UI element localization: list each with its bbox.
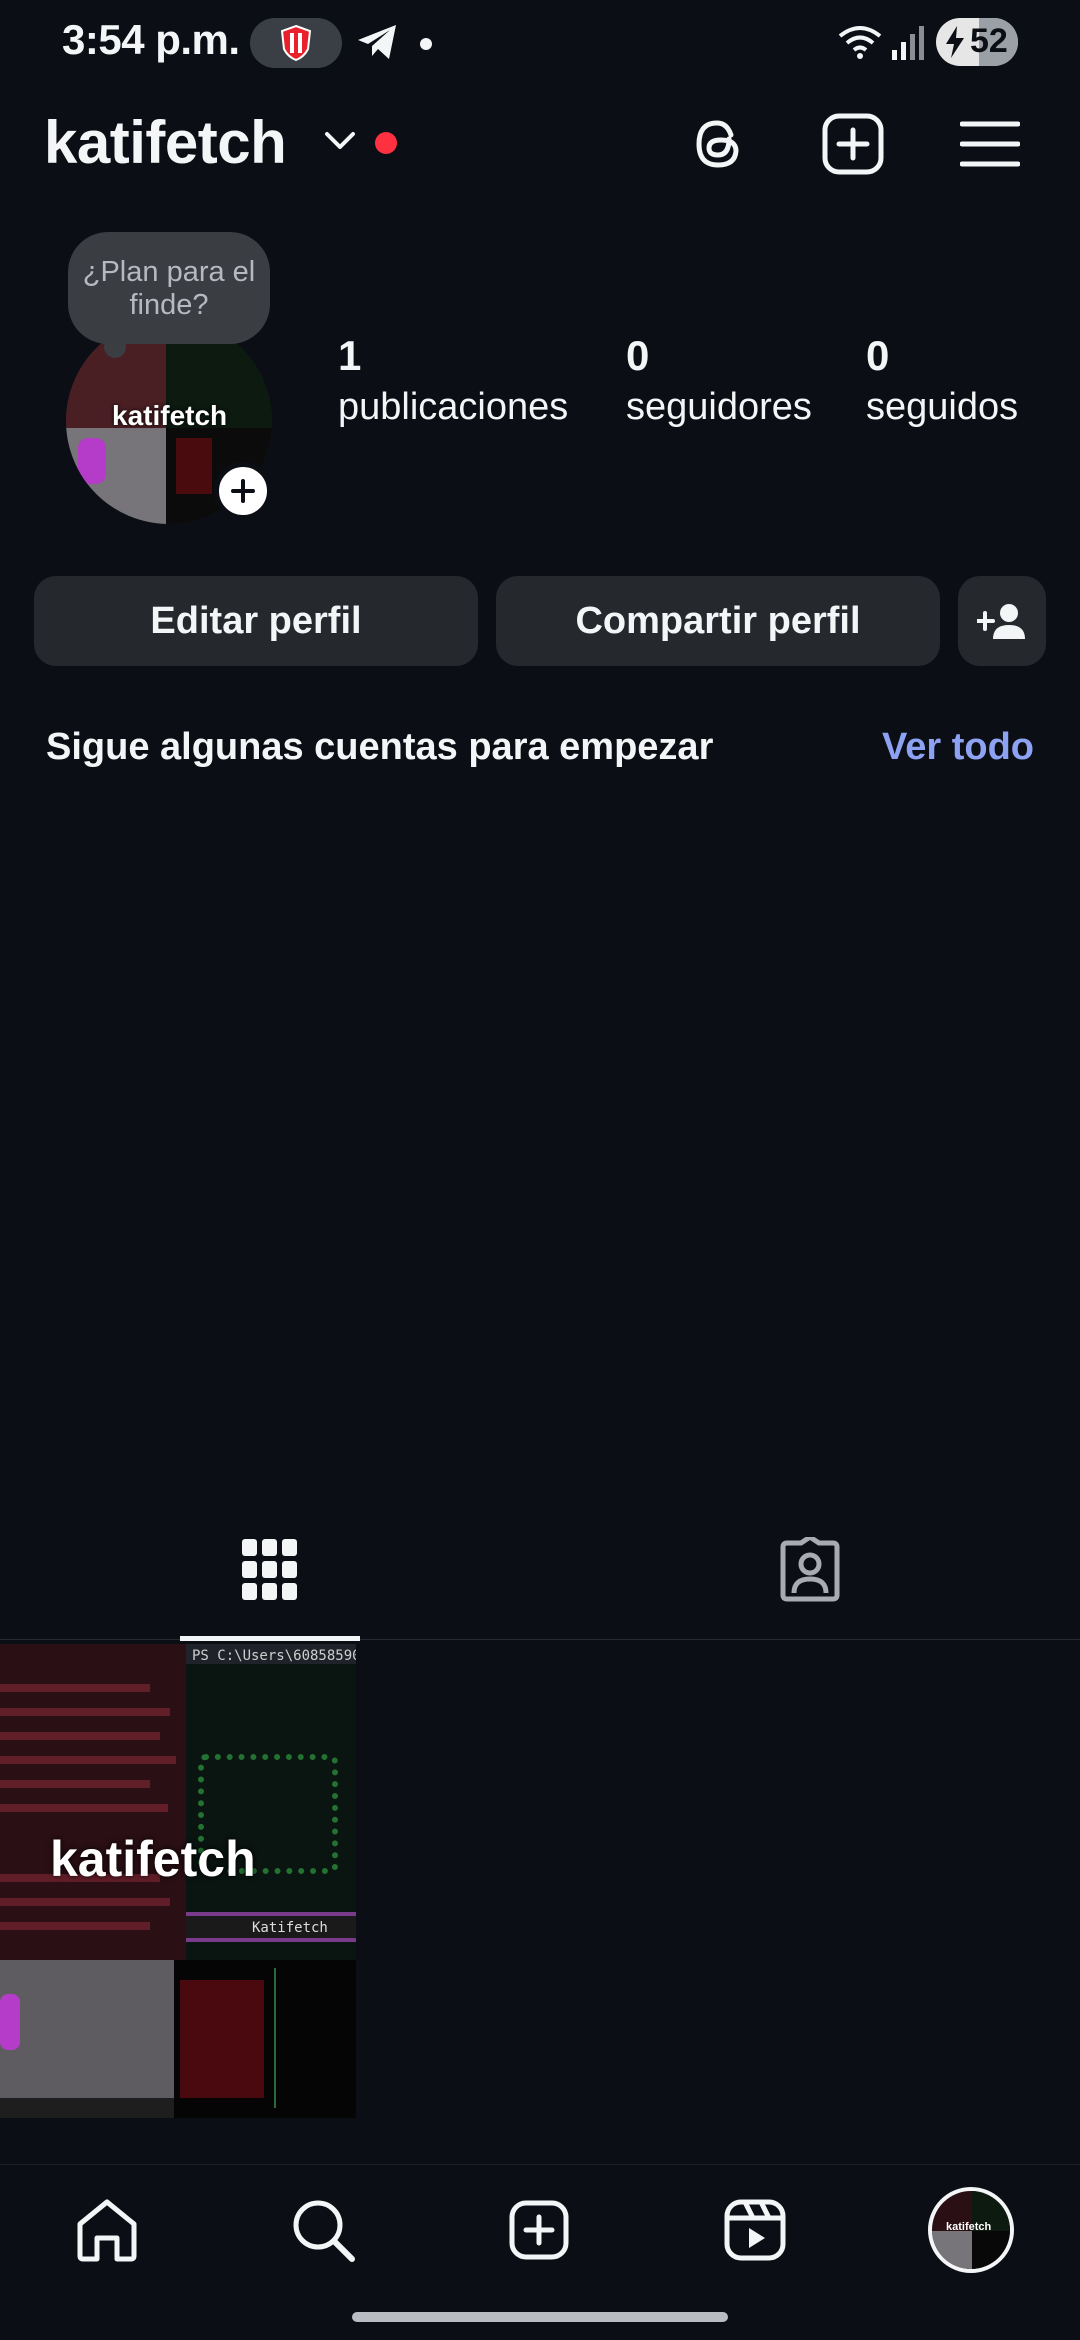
tab-posts-grid[interactable] bbox=[0, 1500, 540, 1640]
share-profile-button[interactable]: Compartir perfil bbox=[496, 576, 940, 666]
menu-button[interactable] bbox=[952, 106, 1028, 182]
note-bubble[interactable]: ¿Plan para el finde? bbox=[68, 232, 270, 358]
avatar-overlay-text: katifetch bbox=[112, 400, 228, 431]
plus-icon bbox=[231, 479, 255, 503]
status-time: 3:54 p.m. bbox=[62, 16, 240, 63]
search-icon bbox=[293, 2200, 355, 2262]
home-icon bbox=[77, 2199, 137, 2262]
nav-profile[interactable]: katifetch bbox=[926, 2185, 1016, 2275]
reels-icon bbox=[724, 2199, 786, 2261]
account-switcher[interactable]: katifetch bbox=[44, 108, 287, 177]
battery-charging-icon bbox=[946, 26, 964, 58]
home-gesture-bar[interactable] bbox=[352, 2312, 728, 2322]
profile-header: katifetch bbox=[0, 96, 1080, 192]
nav-reels[interactable] bbox=[710, 2185, 800, 2275]
stat-followers-label: seguidores bbox=[626, 386, 812, 428]
add-person-icon bbox=[977, 604, 1025, 639]
stat-posts-label: publicaciones bbox=[338, 386, 569, 428]
profile-tabs bbox=[0, 1500, 1080, 1641]
wifi-icon bbox=[838, 26, 882, 59]
nav-avatar-text: katifetch bbox=[946, 2221, 992, 2233]
profile-screen: 3:54 p.m. 52 katifetch katifetch ¿Plan p… bbox=[0, 0, 1080, 2340]
discover-people-button[interactable] bbox=[958, 576, 1046, 666]
unread-dot bbox=[375, 132, 397, 154]
stat-following-count: 0 bbox=[866, 332, 890, 379]
post-panel-title: Katifetch bbox=[252, 1920, 328, 1936]
plus-square-icon bbox=[509, 2200, 569, 2260]
stat-following[interactable]: 0 seguidos bbox=[866, 332, 1018, 432]
threads-button[interactable] bbox=[680, 106, 756, 182]
stat-followers[interactable]: 0 seguidores bbox=[626, 332, 812, 432]
stat-following-label: seguidos bbox=[866, 386, 1019, 428]
status-bar: 3:54 p.m. 52 bbox=[0, 0, 1080, 84]
nav-home[interactable] bbox=[62, 2185, 152, 2275]
tab-tagged[interactable] bbox=[540, 1500, 1080, 1640]
chevron-down-icon[interactable] bbox=[324, 130, 356, 152]
stat-posts-count: 1 bbox=[338, 332, 362, 379]
battery-indicator: 52 bbox=[936, 18, 1018, 66]
hamburger-menu-icon bbox=[960, 121, 1020, 167]
active-tab-indicator bbox=[180, 1636, 360, 1641]
create-button[interactable] bbox=[815, 106, 891, 182]
telegram-icon bbox=[358, 25, 396, 59]
stat-followers-count: 0 bbox=[626, 332, 650, 379]
shield-badge-icon bbox=[250, 18, 342, 68]
notification-dot-icon bbox=[420, 38, 432, 50]
grid-icon bbox=[242, 1539, 297, 1600]
add-story-button[interactable] bbox=[214, 462, 272, 520]
bottom-navigation: katifetch bbox=[0, 2164, 1080, 2296]
tagged-person-icon bbox=[780, 1537, 840, 1602]
stat-posts[interactable]: 1 publicaciones bbox=[338, 332, 568, 432]
nav-create[interactable] bbox=[494, 2185, 584, 2275]
nav-profile-avatar: katifetch bbox=[928, 2187, 1014, 2273]
suggestions-title: Sigue algunas cuentas para empezar bbox=[46, 726, 714, 768]
post-terminal-text: PS C:\Users\60858590> kati bbox=[192, 1648, 356, 1664]
edit-profile-button[interactable]: Editar perfil bbox=[34, 576, 478, 666]
battery-percent: 52 bbox=[970, 22, 1008, 60]
threads-icon bbox=[696, 120, 739, 168]
signal-icon bbox=[892, 26, 924, 60]
see-all-link[interactable]: Ver todo bbox=[882, 726, 1034, 769]
plus-square-icon bbox=[822, 113, 884, 175]
post-overlay-text: katifetch bbox=[50, 1831, 256, 1887]
post-thumbnail[interactable]: Katifetch PS C:\Users\60858590> kati kat… bbox=[0, 1644, 356, 2118]
nav-search[interactable] bbox=[278, 2185, 368, 2275]
